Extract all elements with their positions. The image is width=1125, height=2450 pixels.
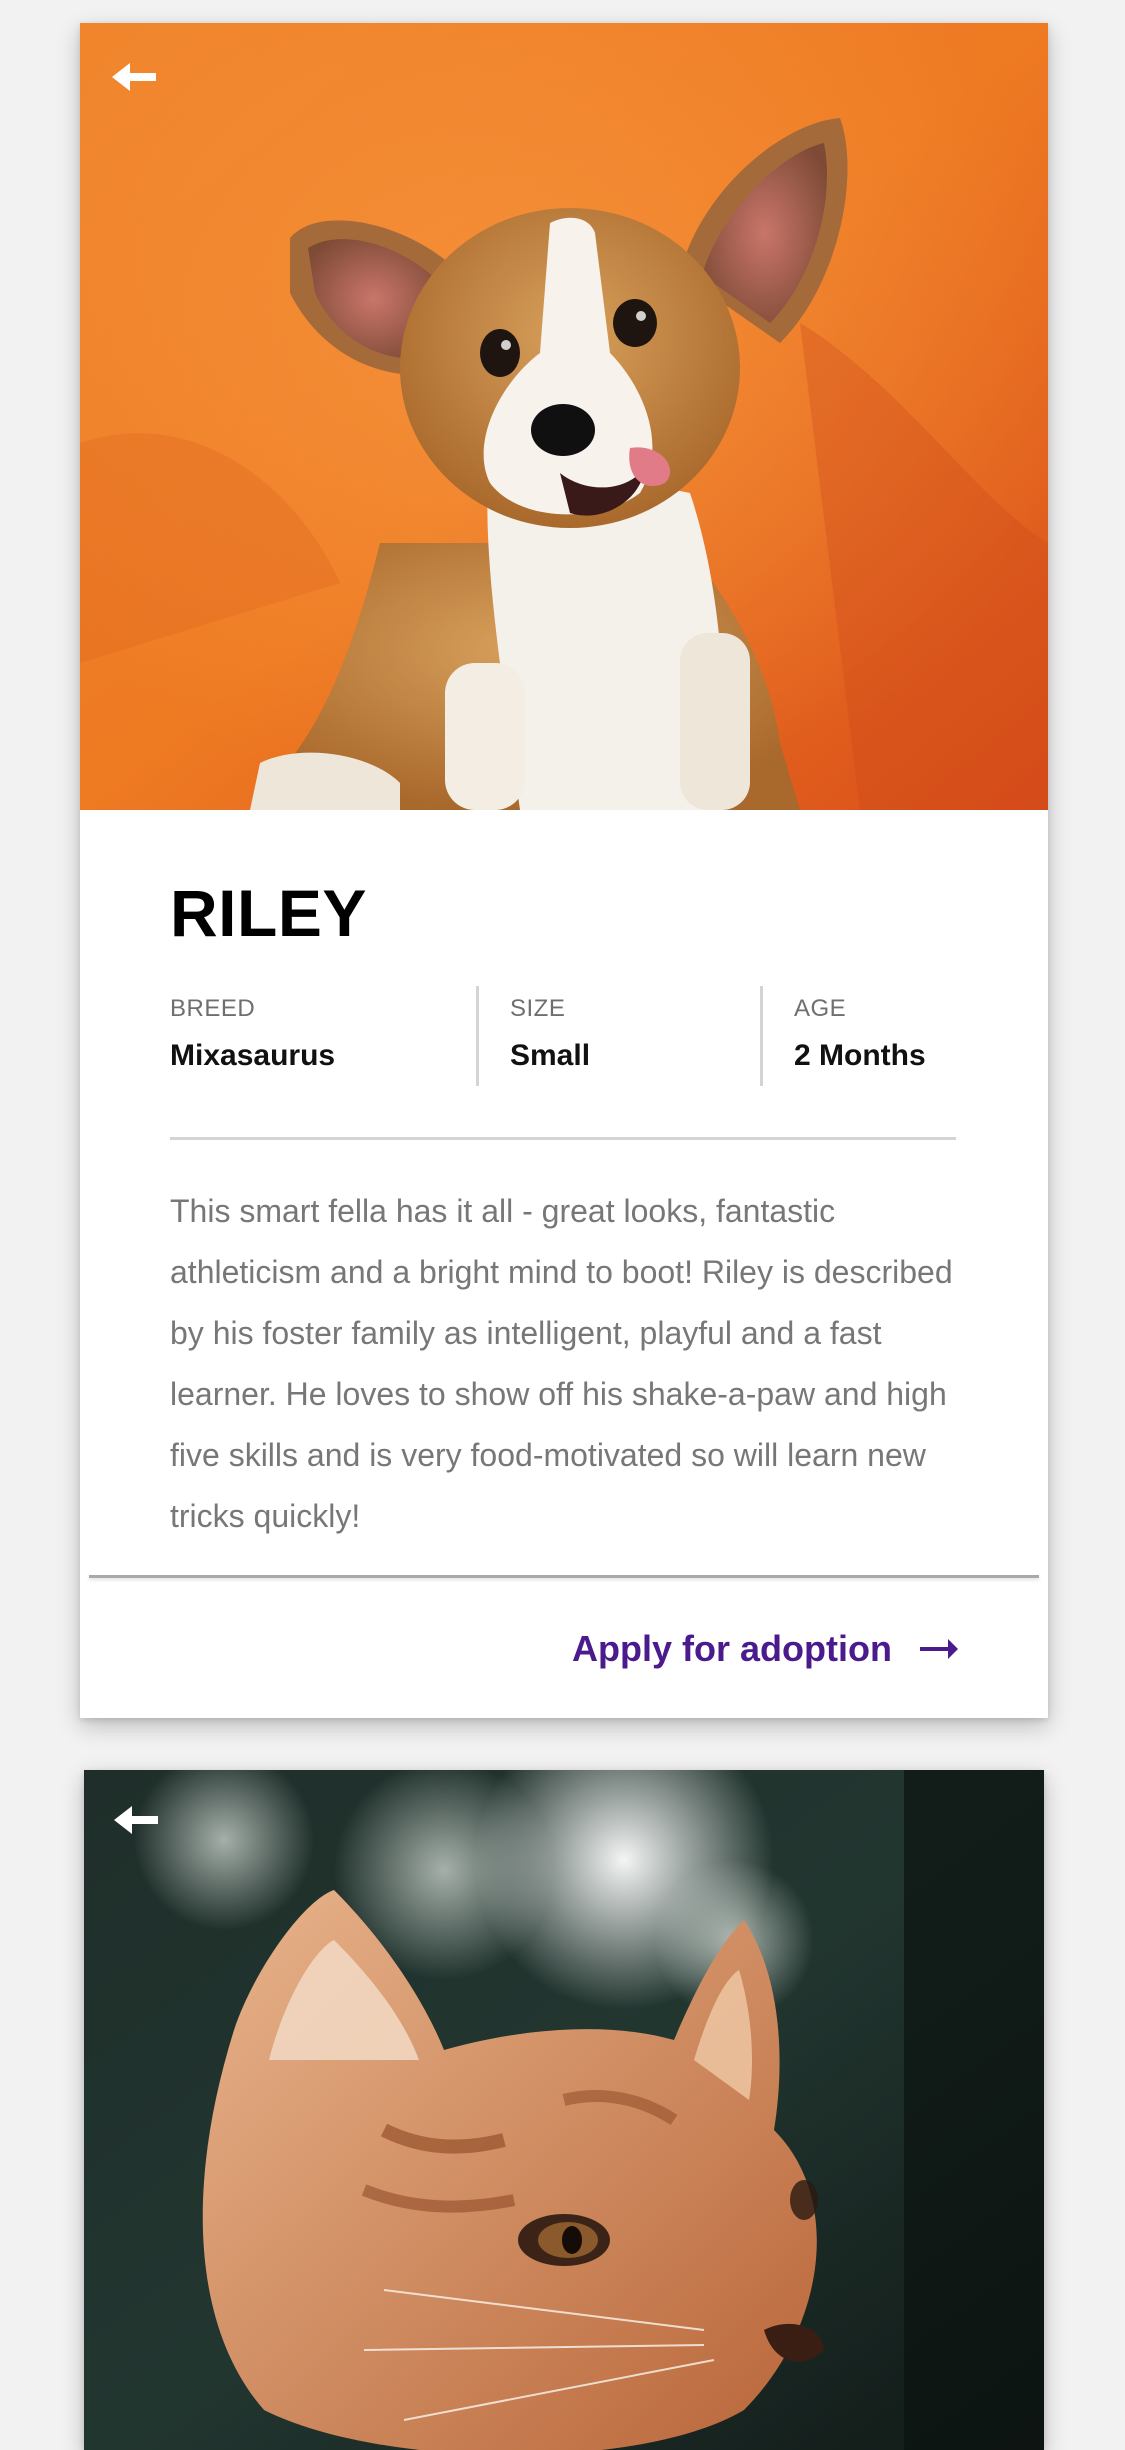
stat-value: 2 Months [794,1039,926,1072]
pet-name: RILEY [170,876,367,950]
pet-photo [84,1770,1044,2450]
stat-label: BREED [170,995,256,1022]
corgi-photo-illustration [80,23,1048,810]
stat-divider [476,986,479,1086]
arrow-left-icon [112,63,156,91]
footer-divider [89,1575,1039,1578]
stat-age: AGE 2 Months [794,995,926,1073]
stat-label: SIZE [510,995,566,1022]
stat-value: Mixasaurus [170,1039,336,1072]
arrow-left-icon [114,1806,158,1834]
pet-photo [80,23,1048,810]
arrow-right-icon [920,1639,958,1659]
stat-breed: BREED Mixasaurus [170,995,335,1073]
kitten-photo-illustration [84,1770,1044,2450]
pet-card-kitten [84,1770,1044,2450]
stat-label: AGE [794,995,847,1022]
pet-card-riley: RILEY BREED Mixasaurus SIZE Small AGE 2 … [80,23,1048,1718]
apply-button-label: Apply for adoption [572,1628,892,1669]
back-button[interactable] [108,57,160,97]
stat-divider [760,986,763,1086]
pet-stats: BREED Mixasaurus SIZE Small AGE 2 Months [170,983,956,1105]
stats-divider [170,1137,956,1140]
apply-for-adoption-button[interactable]: Apply for adoption [572,1628,960,1670]
stat-size: SIZE Small [510,995,590,1073]
stat-value: Small [510,1039,591,1072]
back-button[interactable] [110,1800,162,1840]
pet-description: This smart fella has it all - great look… [170,1193,953,1534]
